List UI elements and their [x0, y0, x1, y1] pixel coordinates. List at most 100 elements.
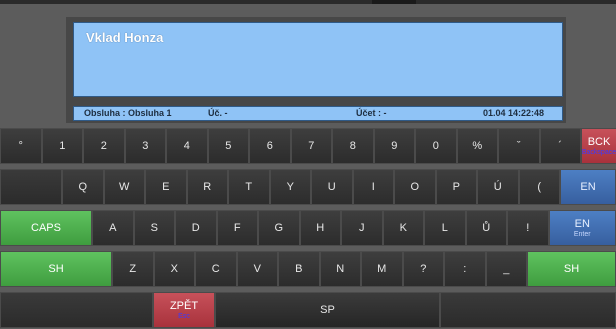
- display-title: Vklad Honza: [86, 30, 164, 45]
- key-s[interactable]: S: [133, 210, 175, 246]
- backspace-key[interactable]: BCK Backspace: [581, 128, 616, 164]
- key-degree[interactable]: °: [0, 128, 42, 164]
- key-v-label: V: [253, 263, 261, 275]
- key-blank-bottom-left: [0, 292, 153, 328]
- backspace-key-sublabel: Backspace: [581, 149, 616, 156]
- key-2[interactable]: 2: [83, 128, 125, 164]
- key-paren[interactable]: (: [518, 169, 560, 205]
- key-caron-label: ˇ: [516, 140, 521, 152]
- key-e[interactable]: E: [145, 169, 187, 205]
- key-w[interactable]: W: [103, 169, 145, 205]
- key-u[interactable]: U: [311, 169, 353, 205]
- status-bar: Obsluha : Obsluha 1 Úč. - Účet : - 01.04…: [73, 106, 563, 121]
- key-h[interactable]: H: [299, 210, 341, 246]
- key-l[interactable]: L: [424, 210, 466, 246]
- key-d-label: D: [191, 222, 200, 234]
- key-l-label: L: [441, 222, 448, 234]
- key-4[interactable]: 4: [166, 128, 208, 164]
- key-percent[interactable]: %: [456, 128, 498, 164]
- key-7-label: 7: [308, 140, 315, 152]
- key-n-label: N: [336, 263, 345, 275]
- key-underscore-label: _: [503, 263, 510, 275]
- space-key[interactable]: SP: [215, 292, 440, 328]
- key-p[interactable]: P: [435, 169, 477, 205]
- key-u-ring[interactable]: Ů: [465, 210, 507, 246]
- key-acute[interactable]: ´: [539, 128, 581, 164]
- key-u-ring-label: Ů: [482, 222, 491, 234]
- key-r[interactable]: R: [186, 169, 228, 205]
- key-g-label: G: [274, 222, 284, 234]
- key-q[interactable]: Q: [62, 169, 104, 205]
- key-x-label: X: [170, 263, 178, 275]
- key-percent-label: %: [472, 140, 483, 152]
- key-w-label: W: [119, 181, 130, 193]
- key-5[interactable]: 5: [207, 128, 249, 164]
- key-6[interactable]: 6: [249, 128, 291, 164]
- key-question-label: ?: [420, 263, 427, 275]
- key-h-label: H: [316, 222, 325, 234]
- key-3[interactable]: 3: [124, 128, 166, 164]
- key-k[interactable]: K: [382, 210, 424, 246]
- enter-key[interactable]: EN Enter: [548, 210, 616, 246]
- key-p-label: P: [452, 181, 460, 193]
- key-j[interactable]: J: [341, 210, 383, 246]
- caps-key[interactable]: CAPS: [0, 210, 92, 246]
- space-key-label: SP: [320, 304, 335, 316]
- enter-key-sublabel: Enter: [573, 231, 591, 238]
- key-n[interactable]: N: [319, 251, 361, 287]
- en-key-label: EN: [580, 181, 596, 193]
- key-3-label: 3: [142, 140, 149, 152]
- key-colon[interactable]: :: [444, 251, 486, 287]
- key-q-label: Q: [78, 181, 88, 193]
- key-acute-label: ´: [558, 140, 563, 152]
- key-m[interactable]: M: [361, 251, 403, 287]
- key-4-label: 4: [183, 140, 190, 152]
- key-8[interactable]: 8: [332, 128, 374, 164]
- key-exclamation[interactable]: !: [507, 210, 549, 246]
- key-a[interactable]: A: [92, 210, 134, 246]
- uc-label: Úč. -: [208, 108, 228, 118]
- key-underscore[interactable]: _: [485, 251, 527, 287]
- key-z[interactable]: Z: [112, 251, 154, 287]
- top-bar: [0, 0, 616, 4]
- key-y[interactable]: Y: [269, 169, 311, 205]
- key-z-label: Z: [129, 263, 137, 275]
- escape-key[interactable]: ZPĚT Esc: [153, 292, 215, 328]
- key-i[interactable]: I: [352, 169, 394, 205]
- key-u-acute[interactable]: Ú: [477, 169, 519, 205]
- key-v[interactable]: V: [236, 251, 278, 287]
- key-0-label: 0: [432, 140, 439, 152]
- backspace-key-label: BCK: [587, 136, 611, 148]
- key-s-label: S: [150, 222, 158, 234]
- key-d[interactable]: D: [175, 210, 217, 246]
- key-u-acute-label: Ú: [493, 181, 502, 193]
- key-9-label: 9: [391, 140, 398, 152]
- key-b[interactable]: B: [278, 251, 320, 287]
- key-a-label: A: [109, 222, 117, 234]
- key-1-label: 1: [59, 140, 66, 152]
- key-t-label: T: [245, 181, 253, 193]
- key-c[interactable]: C: [195, 251, 237, 287]
- key-question[interactable]: ?: [402, 251, 444, 287]
- key-1[interactable]: 1: [41, 128, 83, 164]
- key-0[interactable]: 0: [415, 128, 457, 164]
- key-g[interactable]: G: [258, 210, 300, 246]
- en-key[interactable]: EN: [560, 169, 616, 205]
- key-x[interactable]: X: [153, 251, 195, 287]
- ucet-label: Účet : -: [356, 108, 387, 118]
- shift-right-key[interactable]: SH: [527, 251, 616, 287]
- key-o[interactable]: O: [394, 169, 436, 205]
- key-t[interactable]: T: [228, 169, 270, 205]
- key-7[interactable]: 7: [290, 128, 332, 164]
- key-degree-label: °: [18, 140, 23, 152]
- shift-left-key[interactable]: SH: [0, 251, 112, 287]
- key-b-label: B: [295, 263, 303, 275]
- key-f[interactable]: F: [216, 210, 258, 246]
- key-5-label: 5: [225, 140, 232, 152]
- shift-left-key-label: SH: [48, 263, 64, 275]
- key-caron[interactable]: ˇ: [498, 128, 540, 164]
- key-blank-bottom-right: [440, 292, 616, 328]
- key-r-label: R: [203, 181, 212, 193]
- key-6-label: 6: [266, 140, 273, 152]
- key-9[interactable]: 9: [373, 128, 415, 164]
